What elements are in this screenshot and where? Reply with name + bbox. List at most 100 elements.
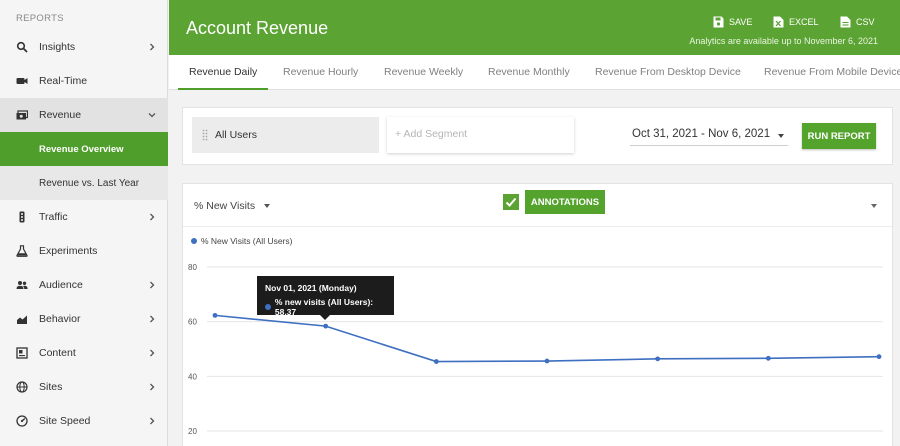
save-label: SAVE [729, 17, 753, 27]
chevron-right-icon [150, 349, 155, 357]
excel-export-button[interactable]: EXCEL [773, 16, 819, 28]
chevron-right-icon [150, 383, 155, 391]
area-chart-icon [16, 313, 28, 325]
tooltip-series-marker [265, 304, 271, 310]
tab-revenue-weekly[interactable]: Revenue Weekly [384, 55, 463, 90]
tab-revenue-daily[interactable]: Revenue Daily [178, 55, 269, 90]
data-point[interactable] [544, 358, 550, 364]
globe-icon [16, 381, 28, 393]
sidebar-item-real-time[interactable]: Real-Time [0, 64, 168, 98]
excel-label: EXCEL [789, 17, 819, 27]
tooltip-date: Nov 01, 2021 (Monday) [265, 283, 357, 293]
data-point[interactable] [323, 323, 329, 329]
segment-panel: All Users + Add Segment Oct 31, 2021 - N… [182, 107, 893, 165]
add-segment-button[interactable]: + Add Segment [387, 117, 574, 153]
legend-marker [191, 238, 197, 244]
metric-select-value: % New Visits [194, 200, 256, 212]
chevron-right-icon [150, 213, 155, 221]
segment-label: All Users [215, 129, 258, 141]
sidebar-item-experiments[interactable]: Experiments [0, 234, 168, 268]
sidebar-item-label: Site Speed [39, 415, 91, 427]
content-icon [16, 347, 28, 359]
data-point[interactable] [212, 312, 218, 318]
chevron-right-icon [150, 315, 155, 323]
flask-icon [16, 245, 28, 257]
chart-tooltip: Nov 01, 2021 (Monday) % new visits (All … [257, 276, 394, 320]
sidebar-item-label: Revenue [39, 109, 82, 121]
sidebar: REPORTS Insights Real-Time Revenue Reven… [0, 0, 168, 446]
y-tick-label: 60 [188, 318, 197, 327]
chevron-right-icon [150, 281, 155, 289]
page-title: Account Revenue [186, 18, 329, 38]
sidebar-item-label: Insights [39, 41, 76, 53]
segment-all-users[interactable]: All Users [192, 117, 379, 153]
sidebar-item-label: Audience [39, 279, 83, 291]
tab-revenue-mobile[interactable]: Revenue From Mobile Device [764, 55, 900, 90]
sidebar-item-label: Sites [39, 381, 63, 393]
report-tabs: Revenue Daily Revenue Hourly Revenue Wee… [169, 55, 900, 90]
floppy-disk-icon [713, 16, 724, 28]
sidebar-item-label: Revenue Overview [39, 143, 124, 155]
csv-label: CSV [856, 17, 875, 27]
chevron-right-icon [150, 43, 155, 51]
tab-revenue-hourly[interactable]: Revenue Hourly [283, 55, 358, 90]
tab-revenue-desktop[interactable]: Revenue From Desktop Device [595, 55, 741, 90]
check-icon [505, 197, 517, 207]
money-icon [16, 109, 28, 121]
sidebar-item-label: Real-Time [39, 75, 88, 87]
sidebar-item-insights[interactable]: Insights [0, 30, 168, 64]
sidebar-item-label: Behavior [39, 313, 81, 325]
speedometer-icon [16, 415, 28, 427]
traffic-light-icon [16, 211, 28, 223]
run-report-button[interactable]: RUN REPORT [802, 123, 876, 149]
data-point[interactable] [876, 354, 882, 360]
chevron-down-icon [148, 113, 156, 118]
video-icon [16, 75, 28, 87]
sidebar-item-audience[interactable]: Audience [0, 268, 168, 302]
csv-export-button[interactable]: CSV [840, 16, 875, 28]
sidebar-item-behavior[interactable]: Behavior [0, 302, 168, 336]
sidebar-heading: REPORTS [16, 13, 64, 24]
chart-legend: % New Visits (All Users) [191, 236, 292, 246]
series-line [214, 314, 880, 363]
drag-handle-icon [202, 129, 208, 141]
sidebar-item-label: Experiments [39, 245, 98, 257]
divider [183, 226, 892, 227]
sidebar-item-revenue-vs-last-year[interactable]: Revenue vs. Last Year [0, 166, 168, 200]
caret-down-icon [264, 204, 271, 209]
date-range-picker[interactable]: Oct 31, 2021 - Nov 6, 2021 [630, 124, 788, 146]
data-point[interactable] [655, 356, 661, 362]
sidebar-item-content[interactable]: Content [0, 336, 168, 370]
sidebar-item-traffic[interactable]: Traffic [0, 200, 168, 234]
save-button[interactable]: SAVE [713, 16, 752, 28]
y-tick-label: 80 [188, 263, 197, 272]
sidebar-item-label: Traffic [39, 211, 68, 223]
sidebar-item-revenue-overview[interactable]: Revenue Overview [0, 132, 168, 166]
sidebar-item-label: Content [39, 347, 76, 359]
sidebar-item-label: Revenue vs. Last Year [39, 177, 140, 189]
sidebar-item-sites[interactable]: Sites [0, 370, 168, 404]
date-range-value: Oct 31, 2021 - Nov 6, 2021 [632, 128, 771, 140]
annotations-checkbox[interactable] [503, 194, 519, 210]
add-segment-label: + Add Segment [395, 128, 468, 140]
search-icon [16, 41, 28, 53]
y-tick-label: 40 [188, 372, 197, 381]
data-point[interactable] [765, 355, 771, 361]
caret-down-icon [778, 134, 784, 138]
data-availability-note: Analytics are available up to November 6… [689, 36, 878, 46]
chart-options-caret-icon[interactable] [871, 204, 877, 208]
chevron-right-icon [150, 417, 155, 425]
sidebar-item-revenue[interactable]: Revenue [0, 98, 168, 132]
excel-file-icon [773, 16, 784, 28]
sidebar-item-site-speed[interactable]: Site Speed [0, 404, 168, 438]
page-header: Account Revenue SAVE EXCEL CSV Analytics… [169, 0, 900, 55]
y-tick-label: 20 [188, 427, 197, 436]
tooltip-value: % new visits (All Users): 58.37 [274, 297, 374, 317]
csv-file-icon [840, 16, 851, 28]
metric-select[interactable]: % New Visits [194, 200, 271, 212]
annotations-button[interactable]: ANNOTATIONS [525, 190, 605, 214]
data-point[interactable] [433, 359, 439, 364]
users-icon [16, 279, 28, 291]
tab-revenue-monthly[interactable]: Revenue Monthly [488, 55, 570, 90]
legend-label: % New Visits (All Users) [201, 236, 293, 246]
